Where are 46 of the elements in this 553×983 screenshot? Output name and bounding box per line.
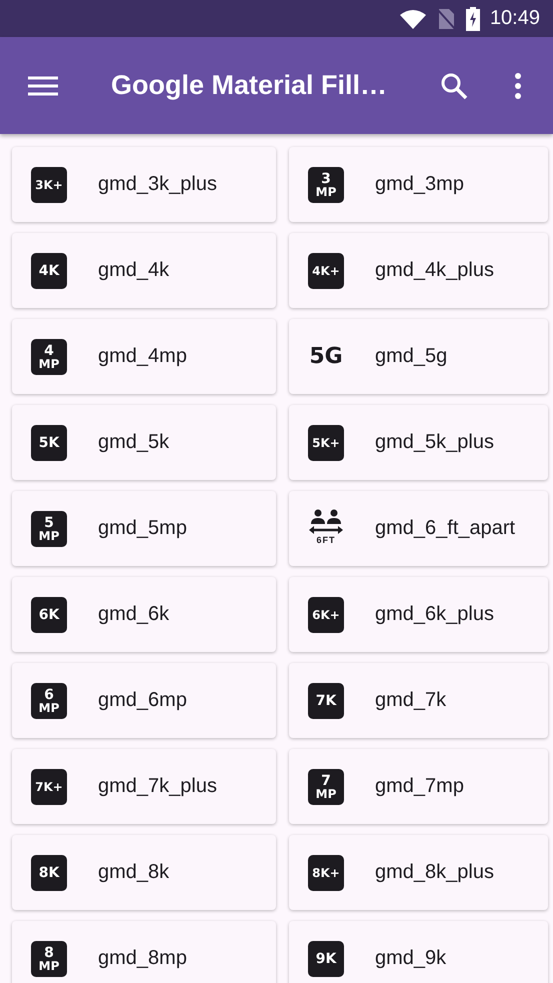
app-title: Google Material Fill… [111,70,388,101]
menu-icon [28,76,58,96]
megapixel-icon: 7 MP [308,768,344,804]
megapixel-icon: 6 MP [31,682,67,718]
icon-card[interactable]: 7K+ gmd_7k_plus [12,749,276,824]
icon-card[interactable]: 8 MP gmd_8mp [12,921,276,983]
resolution-icon: 4K+ [308,252,344,288]
resolution-icon: 3K+ [31,166,67,202]
icon-card[interactable]: 7K gmd_7k [289,663,548,738]
icon-card[interactable]: 4 MP gmd_4mp [12,319,276,394]
battery-charging-icon [466,6,480,30]
resolution-icon: 7K [308,682,344,718]
resolution-icon: 6K+ [308,596,344,632]
icon-card[interactable]: 8K gmd_8k [12,835,276,910]
icon-card[interactable]: 6FT gmd_6_ft_apart [289,491,548,566]
resolution-icon: 8K [31,854,67,890]
resolution-icon: 7K+ [31,768,67,804]
icon-card[interactable]: 5K gmd_5k [12,405,276,480]
icon-card[interactable]: 4K+ gmd_4k_plus [289,233,548,308]
icon-card[interactable]: 5K+ gmd_5k_plus [289,405,548,480]
more-icon [514,72,522,98]
megapixel-icon: 8 MP [31,940,67,976]
resolution-icon: 5K+ [308,424,344,460]
icon-card[interactable]: 6 MP gmd_6mp [12,663,276,738]
wifi-icon [400,8,426,28]
resolution-icon: 8K+ [308,854,344,890]
icon-card[interactable]: 3K+ gmd_3k_plus [12,147,276,222]
resolution-icon: 9K [308,940,344,976]
megapixel-icon: 5 MP [31,510,67,546]
network-icon: 5G [308,338,344,374]
search-icon [440,72,468,100]
status-time: 10:49 [490,7,540,30]
icon-card[interactable]: 3 MP gmd_3mp [289,147,548,222]
icon-card[interactable]: 6K+ gmd_6k_plus [289,577,548,652]
icon-card[interactable]: 7 MP gmd_7mp [289,749,548,824]
megapixel-icon: 4 MP [31,338,67,374]
icon-card[interactable]: 6K gmd_6k [12,577,276,652]
resolution-icon: 5K [31,424,67,460]
resolution-icon: 4K [31,252,67,288]
icon-card[interactable]: 9K gmd_9k [289,921,548,983]
icon-card[interactable]: 8K+ gmd_8k_plus [289,835,548,910]
megapixel-icon: 3 MP [308,166,344,202]
icon-card[interactable]: 5G gmd_5g [289,319,548,394]
icon-card[interactable]: 4K gmd_4k [12,233,276,308]
resolution-icon: 6K [31,596,67,632]
icon-card[interactable]: 5 MP gmd_5mp [12,491,276,566]
